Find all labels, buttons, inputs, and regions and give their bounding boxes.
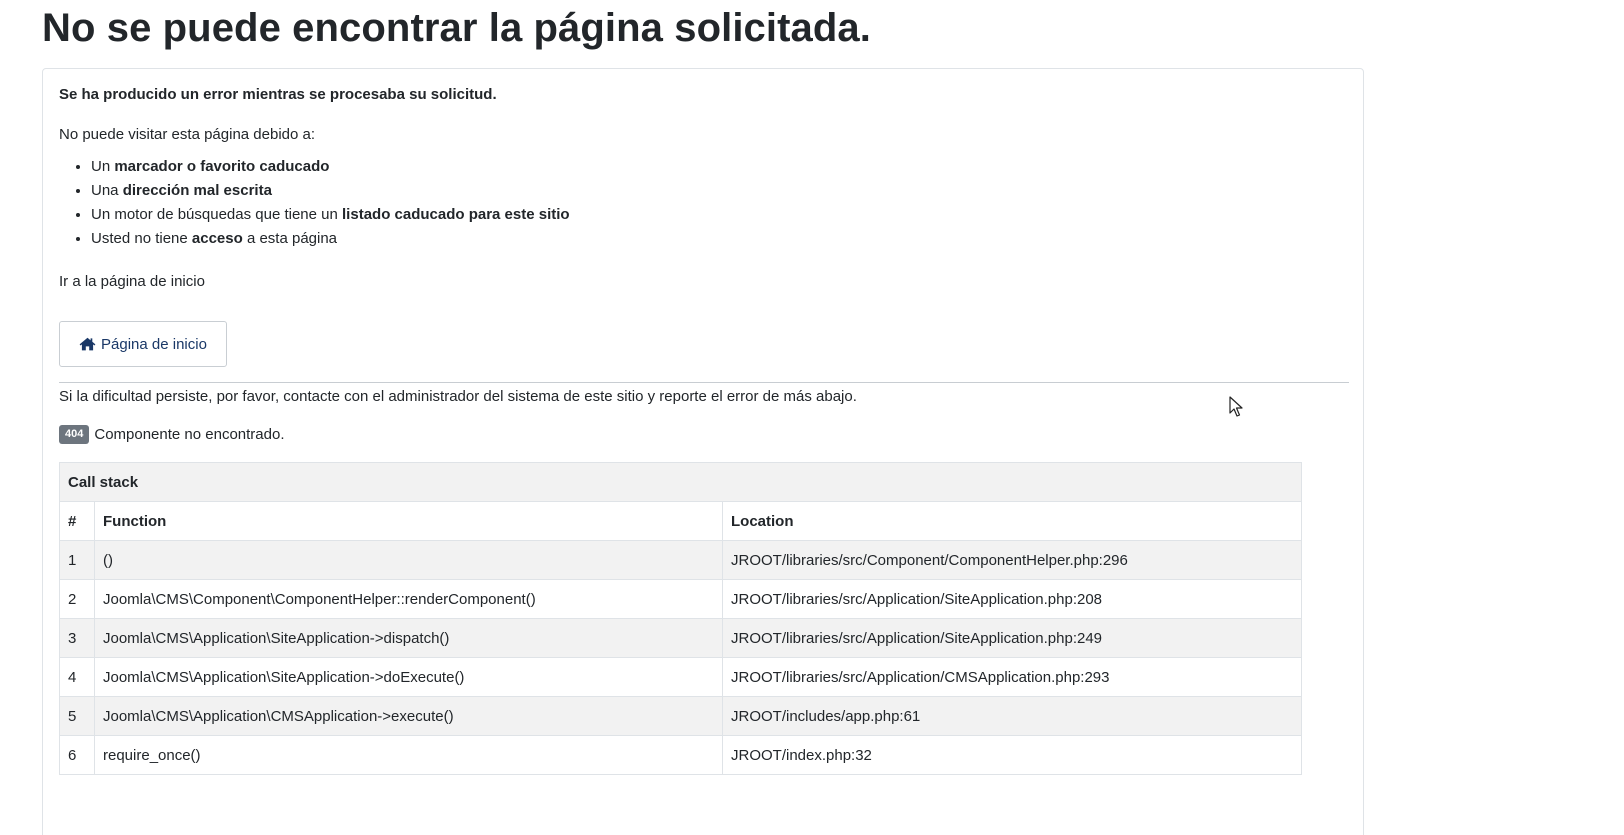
table-row: 6 require_once() JROOT/index.php:32: [59, 735, 1302, 775]
error-page: No se puede encontrar la página solicita…: [0, 0, 1624, 835]
table-row: 1 () JROOT/libraries/src/Component/Compo…: [59, 540, 1302, 580]
row-function: Joomla\CMS\Application\SiteApplication->…: [94, 618, 723, 658]
row-location: JROOT/index.php:32: [722, 735, 1302, 775]
row-location: JROOT/libraries/src/Application/CMSAppli…: [722, 657, 1302, 697]
error-lead-text: Se ha producido un error mientras se pro…: [59, 86, 497, 103]
page-title: No se puede encontrar la página solicita…: [42, 6, 871, 50]
table-row: 4 Joomla\CMS\Application\SiteApplication…: [59, 657, 1302, 697]
row-location: JROOT/libraries/src/Application/SiteAppl…: [722, 618, 1302, 658]
reasons-list: Un marcador o favorito caducado Una dire…: [59, 155, 570, 251]
mouse-cursor-icon: [1229, 396, 1243, 423]
reason-item: Usted no tiene acceso a esta página: [91, 227, 570, 251]
row-location: JROOT/includes/app.php:61: [722, 696, 1302, 736]
row-num: 2: [59, 579, 95, 619]
row-location: JROOT/libraries/src/Component/ComponentH…: [722, 540, 1302, 580]
home-icon: [79, 337, 96, 351]
error-line: 404 Componente no encontrado.: [59, 425, 285, 444]
row-function: Joomla\CMS\Component\ComponentHelper::re…: [94, 579, 723, 619]
column-header-location: Location: [722, 501, 1302, 541]
column-header-num: #: [59, 501, 95, 541]
divider: [59, 382, 1349, 383]
row-num: 3: [59, 618, 95, 658]
reason-item: Una dirección mal escrita: [91, 179, 570, 203]
column-header-function: Function: [94, 501, 723, 541]
persist-text: Si la dificultad persiste, por favor, co…: [59, 388, 857, 405]
reason-item: Un marcador o favorito caducado: [91, 155, 570, 179]
row-num: 5: [59, 696, 95, 736]
row-num: 6: [59, 735, 95, 775]
table-row: 5 Joomla\CMS\Application\CMSApplication-…: [59, 696, 1302, 736]
row-function: (): [94, 540, 723, 580]
home-button[interactable]: Página de inicio: [59, 321, 227, 367]
row-location: JROOT/libraries/src/Application/SiteAppl…: [722, 579, 1302, 619]
row-function: Joomla\CMS\Application\SiteApplication->…: [94, 657, 723, 697]
reason-item: Un motor de búsquedas que tiene un lista…: [91, 203, 570, 227]
row-function: require_once(): [94, 735, 723, 775]
callstack-caption: Call stack: [59, 462, 1302, 502]
row-num: 1: [59, 540, 95, 580]
table-row: 2 Joomla\CMS\Component\ComponentHelper::…: [59, 579, 1302, 619]
reason-intro-text: No puede visitar esta página debido a:: [59, 126, 316, 143]
home-intro-text: Ir a la página de inicio: [59, 273, 205, 290]
callstack-header-row: # Function Location: [59, 501, 1302, 541]
error-code-badge: 404: [59, 425, 90, 444]
row-num: 4: [59, 657, 95, 697]
error-message: Componente no encontrado.: [94, 426, 285, 443]
table-row: 3 Joomla\CMS\Application\SiteApplication…: [59, 618, 1302, 658]
callstack-table: Call stack # Function Location 1 () JROO…: [59, 462, 1302, 775]
error-card: Se ha producido un error mientras se pro…: [42, 68, 1364, 835]
callstack-caption-row: Call stack: [59, 462, 1302, 502]
row-function: Joomla\CMS\Application\CMSApplication->e…: [94, 696, 723, 736]
home-button-label: Página de inicio: [101, 335, 207, 353]
